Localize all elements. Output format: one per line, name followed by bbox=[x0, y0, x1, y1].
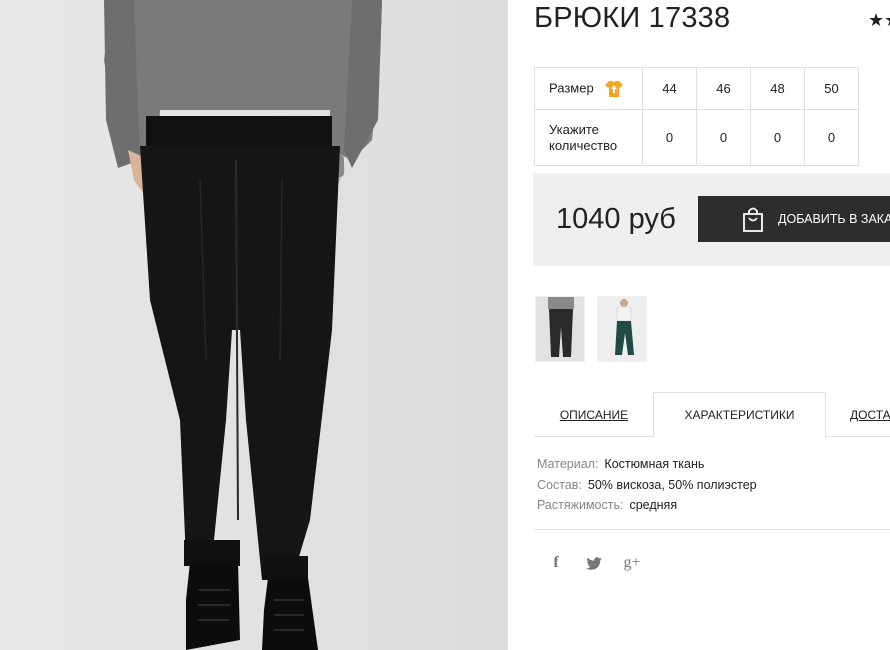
size-chart-icon[interactable] bbox=[604, 79, 624, 99]
black-trousers-thumbnail[interactable] bbox=[535, 296, 585, 362]
quantity-input-44[interactable]: 0 bbox=[642, 109, 697, 166]
quantity-input-50[interactable]: 0 bbox=[804, 109, 859, 166]
divider bbox=[534, 529, 890, 530]
thumbnail-image bbox=[598, 297, 646, 361]
characteristic-row: Растяжимость: средняя bbox=[537, 495, 757, 516]
quantity-label-cell: Укажите количество bbox=[534, 109, 643, 166]
googleplus-share-icon[interactable]: g+ bbox=[621, 553, 643, 573]
size-quantity-table: Размер 44 46 48 50 Укажите количество 0 … bbox=[534, 67, 859, 166]
trousers-photo-illustration bbox=[0, 0, 508, 650]
size-48[interactable]: 48 bbox=[750, 67, 805, 110]
thumbnail-image bbox=[536, 297, 584, 361]
product-tabs: ОПИСАНИЕ ХАРАКТЕРИСТИКИ ДОСТАВКА bbox=[534, 392, 890, 438]
quantity-input-48[interactable]: 0 bbox=[750, 109, 805, 166]
product-title: БРЮКИ 17338 bbox=[534, 2, 731, 34]
green-trousers-thumbnail[interactable] bbox=[597, 296, 647, 362]
size-46[interactable]: 46 bbox=[696, 67, 751, 110]
size-44[interactable]: 44 bbox=[642, 67, 697, 110]
price-box: 1040 руб ДОБАВИТЬ В ЗАКАЗ bbox=[533, 173, 890, 266]
twitter-bird-icon bbox=[586, 556, 602, 570]
characteristic-key: Растяжимость: bbox=[537, 498, 624, 512]
shopping-bag-icon bbox=[743, 207, 763, 232]
characteristic-row: Состав: 50% вискоза, 50% полиэстер bbox=[537, 475, 757, 496]
add-to-order-button[interactable]: ДОБАВИТЬ В ЗАКАЗ bbox=[698, 196, 890, 242]
price: 1040 руб bbox=[556, 203, 676, 235]
characteristic-value: 50% вискоза, 50% полиэстер bbox=[587, 477, 757, 492]
quantity-label-line2: количество bbox=[549, 137, 618, 153]
quantity-input-46[interactable]: 0 bbox=[696, 109, 751, 166]
characteristic-value: средняя bbox=[629, 498, 678, 512]
tab-delivery[interactable]: ДОСТАВКА bbox=[850, 392, 890, 437]
quantity-label-line1: Укажите bbox=[549, 121, 599, 137]
characteristic-row: Материал: Костюмная ткань bbox=[537, 454, 757, 475]
size-label-cell: Размер bbox=[534, 67, 643, 110]
characteristic-value: Костюмная ткань bbox=[604, 457, 705, 471]
tab-characteristics[interactable]: ХАРАКТЕРИСТИКИ bbox=[653, 392, 826, 438]
tab-description[interactable]: ОПИСАНИЕ bbox=[534, 392, 654, 437]
product-main-photo[interactable] bbox=[0, 0, 508, 650]
facebook-share-icon[interactable]: f bbox=[548, 553, 564, 573]
add-to-order-label: ДОБАВИТЬ В ЗАКАЗ bbox=[778, 212, 890, 226]
quantity-row: Укажите количество 0 0 0 0 bbox=[534, 109, 859, 166]
size-row: Размер 44 46 48 50 bbox=[534, 67, 859, 110]
size-50[interactable]: 50 bbox=[804, 67, 859, 110]
characteristic-key: Состав: bbox=[537, 477, 582, 492]
characteristic-key: Материал: bbox=[537, 457, 599, 471]
characteristics-list: Материал: Костюмная ткань Состав: 50% виск… bbox=[537, 454, 757, 516]
rating-stars[interactable]: ★★ bbox=[868, 10, 890, 31]
twitter-share-icon[interactable] bbox=[584, 553, 604, 573]
size-label: Размер bbox=[549, 79, 594, 95]
